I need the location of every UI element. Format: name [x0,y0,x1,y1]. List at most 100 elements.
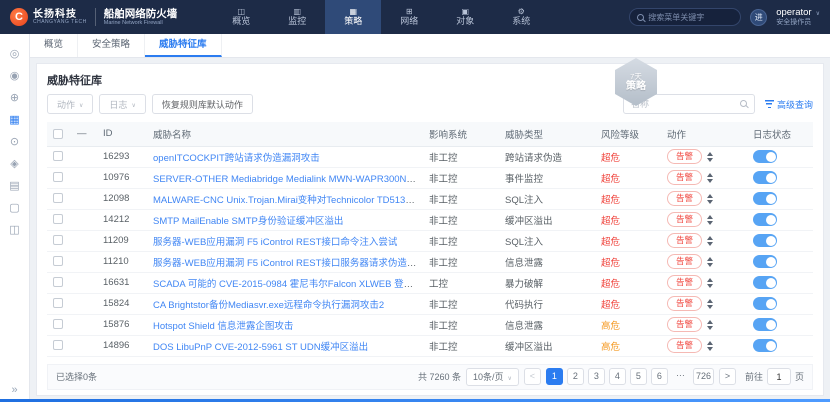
table-row: 16631SCADA 可能的 CVE-2015-0984 霍尼韦尔Falcon … [47,272,813,293]
action-select[interactable]: 告警 [667,233,702,248]
dashboard-icon[interactable]: ◎ [0,42,30,64]
left-sidebar: ◎◉⊕▦⊙◈▤▢◫ » [0,34,30,402]
action-stepper-icon[interactable] [707,341,713,351]
action-select[interactable]: 告警 [667,212,702,227]
threat-name-link[interactable]: 服务器-WEB应用漏洞 F5 iControl REST接口命令注入尝试 [153,237,397,248]
shield-icon[interactable]: ◈ [0,152,30,174]
page-button-6[interactable]: 6 [651,368,668,385]
log-status-toggle[interactable] [753,297,777,310]
page-button-1[interactable]: 1 [546,368,563,385]
threat-name-link[interactable]: 服务器-WEB应用漏洞 F5 iControl REST接口服务器请求伪造(SS… [153,258,423,269]
action-stepper-icon[interactable] [707,194,713,204]
company-name-en: CHANGYANG TECH [33,20,87,26]
row-checkbox[interactable] [53,256,63,266]
window-icon[interactable]: ◫ [0,218,30,240]
target-icon[interactable]: ⊙ [0,130,30,152]
advanced-query-link[interactable]: 高级查询 [765,98,813,111]
action-stepper-icon[interactable] [707,299,713,309]
chevron-down-icon [508,372,512,382]
action-select[interactable]: 告警 [667,275,702,290]
action-stepper-icon[interactable] [707,173,713,183]
log-status-toggle[interactable] [753,213,777,226]
threat-name-link[interactable]: SMTP MailEnable SMTP身份验证缓冲区溢出 [153,216,343,227]
row-checkbox[interactable] [53,235,63,245]
tab-security-policy[interactable]: 安全策略 [78,34,145,57]
prev-page-button[interactable]: < [524,368,541,385]
page-button-2[interactable]: 2 [567,368,584,385]
action-stepper-icon[interactable] [707,215,713,225]
action-stepper-icon[interactable] [707,236,713,246]
policy-library-icon[interactable]: ▦ [0,108,30,130]
page-size-select[interactable]: 10条/页 [466,368,519,386]
threat-name-link[interactable]: Hotspot Shield 信息泄露企图攻击 [153,321,293,332]
page-button-726[interactable]: 726 [693,368,714,385]
action-dropdown[interactable]: 动作 [47,94,93,114]
log-status-toggle[interactable] [753,276,777,289]
globe-icon[interactable]: ⊕ [0,86,30,108]
page-button-5[interactable]: 5 [630,368,647,385]
row-checkbox[interactable] [53,277,63,287]
action-select[interactable]: 告警 [667,338,702,353]
table-row: 10976SERVER-OTHER Mediabridge Medialink … [47,167,813,188]
row-checkbox[interactable] [53,319,63,329]
nav-objects[interactable]: ▣对象 [437,0,493,34]
row-checkbox[interactable] [53,214,63,224]
tab-overview[interactable]: 概览 [30,34,78,57]
user-menu[interactable]: operator 安全操作员 [776,7,820,27]
action-select[interactable]: 告警 [667,191,702,206]
nav-system[interactable]: ⚙系统 [493,0,549,34]
row-checkbox[interactable] [53,298,63,308]
threat-name-link[interactable]: SCADA 可能的 CVE-2015-0984 霍尼韦尔Falcon XLWEB… [153,279,423,290]
server-icon[interactable]: ▤ [0,174,30,196]
row-checkbox[interactable] [53,151,63,161]
log-status-toggle[interactable] [753,192,777,205]
action-select[interactable]: 告警 [667,254,702,269]
action-select[interactable]: 告警 [667,317,702,332]
log-status-toggle[interactable] [753,150,777,163]
product-block: 船舶网络防火墙 Marine Network Firewall [104,8,178,26]
header-right: 进 operator 安全操作员 [629,7,820,27]
risk-level: 高危 [595,314,661,335]
action-select[interactable]: 告警 [667,149,702,164]
select-all-checkbox[interactable] [53,129,63,139]
restore-default-actions-button[interactable]: 恢复规则库默认动作 [152,94,253,114]
menu-search-input[interactable] [648,13,733,22]
nav-network[interactable]: ⊞网络 [381,0,437,34]
log-status-toggle[interactable] [753,255,777,268]
page-button-3[interactable]: 3 [588,368,605,385]
next-page-button[interactable]: > [719,368,736,385]
log-status-toggle[interactable] [753,339,777,352]
threat-name-link[interactable]: DOS LibuPnP CVE-2012-5961 ST UDN缓冲区溢出 [153,342,368,353]
row-checkbox[interactable] [53,340,63,350]
radar-icon[interactable]: ◉ [0,64,30,86]
page-button-4[interactable]: 4 [609,368,626,385]
tab-threat-signatures[interactable]: 威胁特征库 [145,34,222,57]
log-status-toggle[interactable] [753,234,777,247]
log-status-toggle[interactable] [753,171,777,184]
nav-overview[interactable]: ◫概览 [213,0,269,34]
log-dropdown[interactable]: 日志 [99,94,145,114]
column-header-4: 风险等级 [595,122,661,146]
nav-monitor[interactable]: ▥监控 [269,0,325,34]
nav-policy[interactable]: ▦策略 [325,0,381,34]
goto-page-input[interactable] [767,368,791,385]
sidebar-expand-icon[interactable]: » [11,384,17,396]
page-ellipsis: ··· [672,368,689,385]
affected-system: 非工控 [423,146,499,167]
header-badge[interactable]: 进 [750,9,767,26]
action-stepper-icon[interactable] [707,257,713,267]
row-checkbox[interactable] [53,193,63,203]
action-select[interactable]: 告警 [667,296,702,311]
expand-cell [71,335,97,356]
action-stepper-icon[interactable] [707,278,713,288]
threat-name-link[interactable]: SERVER-OTHER Mediabridge Medialink MWN-W… [153,174,423,185]
action-stepper-icon[interactable] [707,320,713,330]
document-icon[interactable]: ▢ [0,196,30,218]
action-stepper-icon[interactable] [707,152,713,162]
threat-name-link[interactable]: CA Brightstor备份Mediasvr.exe远程命令执行漏洞攻击2 [153,300,384,311]
threat-name-link[interactable]: MALWARE-CNC Unix.Trojan.Mirai变种对Technico… [153,195,423,206]
action-select[interactable]: 告警 [667,170,702,185]
log-status-toggle[interactable] [753,318,777,331]
threat-name-link[interactable]: openITCOCKPIT跨站请求伪造漏洞攻击 [153,153,320,164]
row-checkbox[interactable] [53,172,63,182]
